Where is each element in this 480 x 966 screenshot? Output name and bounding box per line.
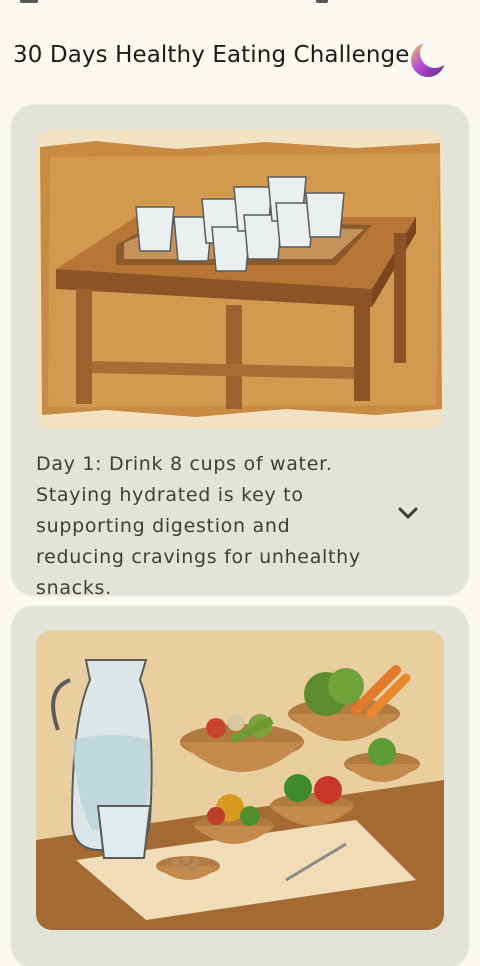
chevron-down-icon xyxy=(398,507,418,519)
moon-icon xyxy=(411,38,450,77)
challenge-description: Day 1: Drink 8 cups of water. Staying hy… xyxy=(36,453,361,599)
water-jug-and-vegetables-illustration xyxy=(36,630,444,930)
challenge-card-day-1[interactable]: Day 1: Drink 8 cups of water. Staying hy… xyxy=(12,105,468,599)
page-title: 30 Days Healthy Eating Challenge xyxy=(13,42,410,68)
theme-toggle-button[interactable] xyxy=(404,36,452,84)
expand-button[interactable] xyxy=(384,489,432,537)
challenge-card-day-2[interactable] xyxy=(12,606,468,966)
top-app-bar: 30 Days Healthy Eating Challenge xyxy=(0,30,480,90)
water-glasses-illustration xyxy=(36,129,444,429)
status-bar xyxy=(0,0,480,6)
